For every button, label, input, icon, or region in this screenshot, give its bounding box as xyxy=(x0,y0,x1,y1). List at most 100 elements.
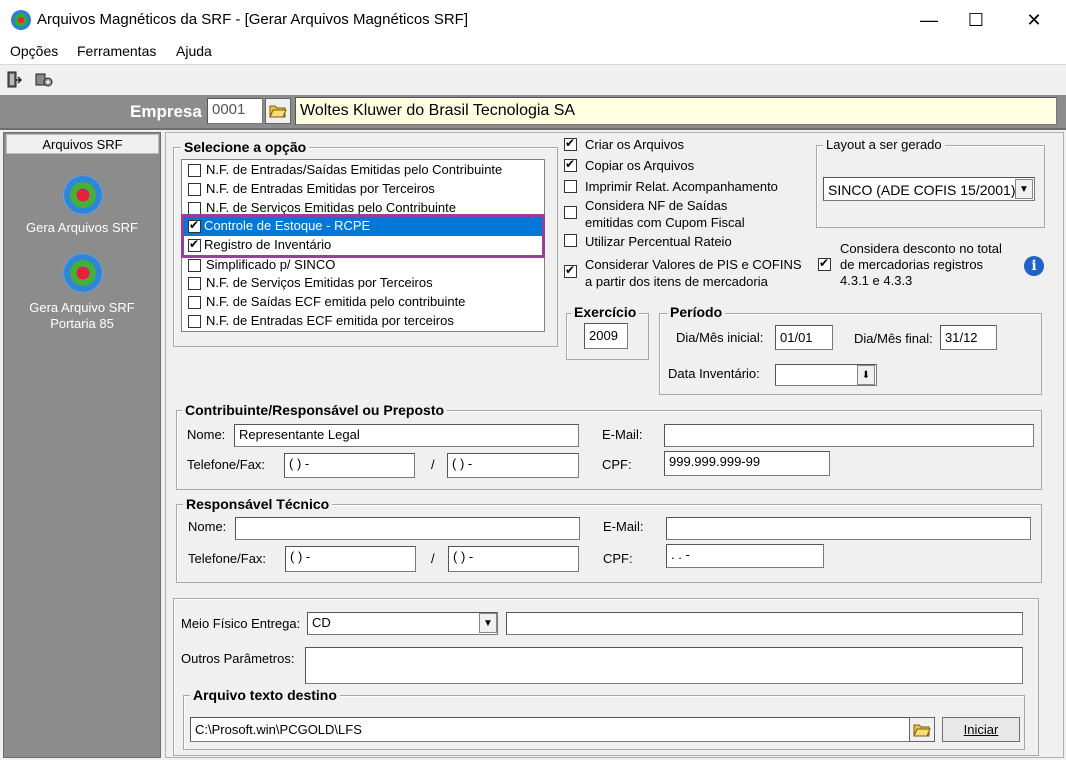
meio-fisico-extra-field[interactable] xyxy=(506,612,1023,635)
menu-ajuda[interactable]: Ajuda xyxy=(176,43,212,59)
option-checkbox[interactable] xyxy=(188,277,201,290)
option-checkbox[interactable] xyxy=(188,183,201,196)
tecnico-nome-field[interactable] xyxy=(235,517,580,540)
option-label: N.F. de Entradas ECF emitida por terceir… xyxy=(206,313,454,328)
empresa-code-field[interactable]: 0001 xyxy=(207,98,263,124)
utilizar-percentual-label: Utilizar Percentual Rateio xyxy=(585,234,732,249)
dia-mes-inicial-field[interactable]: 01/01 xyxy=(775,325,833,350)
exercicio-field[interactable]: 2009 xyxy=(584,323,628,349)
sidebar-item-gera-arquivos-srf[interactable]: Gera Arquivos SRF xyxy=(3,220,161,236)
option-label: N.F. de Serviços Emitidas pelo Contribui… xyxy=(206,200,457,215)
tecnico-email-label: E-Mail: xyxy=(603,519,644,534)
contribuinte-cpf-label: CPF: xyxy=(602,457,632,472)
considera-desconto-label-2: de mercadorias registros xyxy=(840,257,984,272)
layout-select[interactable]: SINCO (ADE COFIS 15/2001) xyxy=(823,177,1035,201)
list-item[interactable]: N.F. de Entradas Emitidas por Terceiros xyxy=(186,180,546,199)
option-checkbox[interactable] xyxy=(188,164,201,177)
imprimir-relat-label: Imprimir Relat. Acompanhamento xyxy=(585,179,778,194)
chevron-down-icon[interactable]: ▼ xyxy=(1015,179,1033,199)
open-folder-icon[interactable] xyxy=(265,98,291,124)
considera-desconto-label-3: 4.3.1 e 4.3.3 xyxy=(840,273,913,288)
tecnico-fax-field[interactable]: ( ) - xyxy=(448,546,579,572)
menu-ferramentas[interactable]: Ferramentas xyxy=(77,43,156,59)
exit-door-icon[interactable] xyxy=(6,71,23,89)
contribuinte-nome-label: Nome: xyxy=(187,427,226,442)
dia-mes-final-field[interactable]: 31/12 xyxy=(940,325,997,350)
considera-nf-saidas-label: Considera NF de Saídas xyxy=(585,198,728,213)
sidebar-item-gera-arquivo-srf-portaria-85[interactable]: Gera Arquivo SRF Portaria 85 xyxy=(3,300,161,332)
list-item[interactable]: N.F. de Entradas/Saídas Emitidas pelo Co… xyxy=(186,161,546,180)
empresa-name-field[interactable]: Woltes Kluwer do Brasil Tecnologia SA xyxy=(295,97,1057,125)
considera-desconto-checkbox[interactable] xyxy=(818,256,831,271)
globe-icon[interactable] xyxy=(63,175,103,215)
info-icon[interactable]: i xyxy=(1024,256,1044,276)
contribuinte-title: Contribuinte/Responsável ou Preposto xyxy=(182,402,448,418)
outros-parametros-field[interactable] xyxy=(305,647,1023,684)
close-button[interactable]: ✕ xyxy=(1011,0,1057,40)
contribuinte-telefone-label: Telefone/Fax: xyxy=(187,457,266,472)
contribuinte-cpf-field[interactable]: 999.999.999-99 xyxy=(664,451,830,476)
tecnico-slash: / xyxy=(431,551,435,566)
empresa-label: Empresa xyxy=(130,102,202,121)
dia-mes-final-label: Dia/Mês final: xyxy=(854,331,933,346)
sidebar-header: Arquivos SRF xyxy=(6,134,159,154)
criar-arquivos-label: Criar os Arquivos xyxy=(585,137,684,152)
data-inventario-label: Data Inventário: xyxy=(668,366,760,381)
menu-bar xyxy=(0,40,1066,64)
copiar-arquivos-label: Copiar os Arquivos xyxy=(585,158,695,173)
option-checkbox[interactable] xyxy=(188,296,201,309)
contribuinte-email-label: E-Mail: xyxy=(602,427,643,442)
tecnico-telefone-field[interactable]: ( ) - xyxy=(285,546,416,572)
toolbar xyxy=(0,64,1066,94)
process-gears-icon[interactable] xyxy=(35,71,53,89)
chevron-down-icon[interactable]: ▼ xyxy=(479,613,497,633)
exercicio-title: Exercício xyxy=(571,304,640,320)
meio-fisico-select[interactable]: CD xyxy=(307,612,498,635)
contribuinte-telefone-field[interactable]: ( ) - xyxy=(284,453,415,478)
criar-arquivos-checkbox[interactable] xyxy=(564,136,577,151)
maximize-button[interactable]: ☐ xyxy=(953,0,999,40)
menu-opcoes[interactable]: Opções xyxy=(10,43,58,59)
tecnico-cpf-field[interactable]: . . - xyxy=(666,544,824,568)
highlight-box xyxy=(181,214,545,258)
dia-mes-inicial-label: Dia/Mês inicial: xyxy=(676,330,764,345)
list-item[interactable]: Simplificado p/ SINCO xyxy=(186,255,546,274)
option-checkbox[interactable] xyxy=(188,315,201,328)
contribuinte-group xyxy=(176,410,1042,490)
imprimir-relat-checkbox[interactable] xyxy=(564,180,577,193)
utilizar-percentual-checkbox[interactable] xyxy=(564,234,577,247)
periodo-title: Período xyxy=(667,304,726,320)
tecnico-email-field[interactable] xyxy=(666,517,1031,540)
destino-path-field[interactable]: C:\Prosoft.win\PCGOLD\LFS xyxy=(190,717,910,742)
tecnico-cpf-label: CPF: xyxy=(603,551,633,566)
copiar-arquivos-checkbox[interactable] xyxy=(564,157,577,172)
option-label: N.F. de Serviços Emitidas por Terceiros xyxy=(206,275,433,290)
outros-parametros-label: Outros Parâmetros: xyxy=(181,651,295,666)
globe-icon[interactable] xyxy=(63,253,103,293)
list-item[interactable]: N.F. de Entradas ECF emitida por terceir… xyxy=(186,312,546,331)
contribuinte-email-field[interactable] xyxy=(664,424,1034,447)
iniciar-button[interactable]: Iniciar xyxy=(942,717,1020,742)
considera-nf-saidas-checkbox[interactable] xyxy=(564,206,577,219)
layout-title: Layout a ser gerado xyxy=(823,137,945,152)
destino-title: Arquivo texto destino xyxy=(190,687,340,703)
app-icon xyxy=(11,10,31,30)
considerar-pis-cofins-checkbox[interactable] xyxy=(564,263,577,278)
download-arrow-icon[interactable]: ⬇ xyxy=(857,365,875,385)
selecione-title: Selecione a opção xyxy=(181,139,310,155)
open-folder-icon[interactable] xyxy=(909,717,935,742)
meio-fisico-label: Meio Físico Entrega: xyxy=(181,616,301,631)
considera-nf-saidas-label-2: emitidas com Cupom Fiscal xyxy=(585,215,745,230)
option-label: N.F. de Entradas Emitidas por Terceiros xyxy=(206,181,435,196)
contribuinte-nome-field[interactable]: Representante Legal xyxy=(234,424,579,447)
option-label: Simplificado p/ SINCO xyxy=(206,257,336,272)
window-title: Arquivos Magnéticos da SRF - [Gerar Arqu… xyxy=(37,11,469,28)
considera-desconto-label: Considera desconto no total xyxy=(840,241,1002,256)
tecnico-nome-label: Nome: xyxy=(188,519,227,534)
considerar-pis-cofins-label: Considerar Valores de PIS e COFINS xyxy=(585,257,802,272)
list-item[interactable]: N.F. de Saídas ECF emitida pelo contribu… xyxy=(186,293,546,312)
minimize-button[interactable]: — xyxy=(906,0,952,40)
contribuinte-fax-field[interactable]: ( ) - xyxy=(447,453,579,478)
list-item[interactable]: N.F. de Serviços Emitidas por Terceiros xyxy=(186,274,546,293)
option-checkbox[interactable] xyxy=(188,259,201,272)
